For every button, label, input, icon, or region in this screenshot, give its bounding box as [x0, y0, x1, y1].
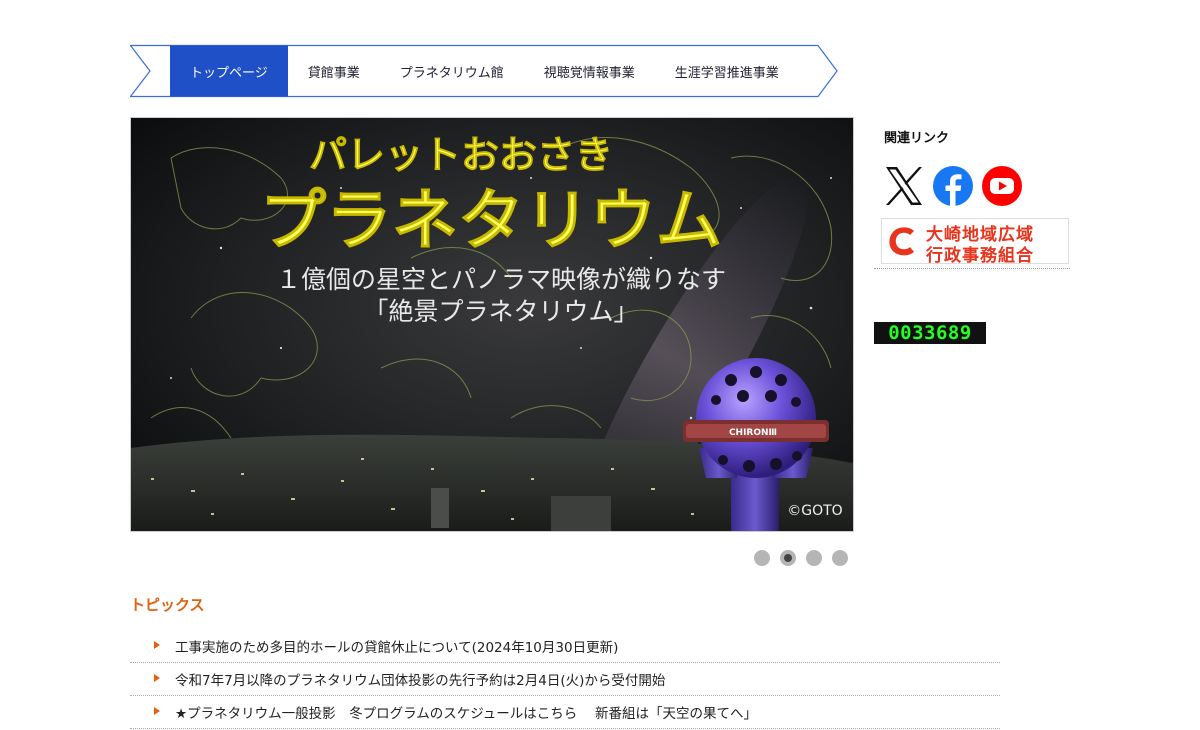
- topic-item[interactable]: 令和7年7月以降のプラネタリウム団体投影の先行予約は2月4日(火)から受付開始: [130, 663, 1000, 696]
- topics-title: トピックス: [130, 596, 205, 614]
- facebook-link[interactable]: [931, 164, 975, 208]
- osaki-union-banner[interactable]: 大崎地域広域 行政事務組合: [881, 218, 1069, 266]
- hero-subline-2: 「絶景プラネタリウム」: [363, 297, 638, 326]
- global-nav: トップページ 貸館事業 プラネタリウム館 視聴覚情報事業 生涯学習推進事業: [130, 44, 840, 98]
- hero-headline-big: プラネタリウム: [260, 182, 722, 259]
- slider-dot-1[interactable]: [754, 550, 770, 566]
- hero-headline-small: パレットおおさき: [309, 133, 613, 177]
- related-links-title: 関連リンク: [884, 131, 950, 146]
- photo-credit: ©GOTO: [787, 503, 842, 519]
- nav-item-lifelong-learning[interactable]: 生涯学習推進事業: [655, 46, 799, 96]
- topic-link[interactable]: ★プラネタリウム一般投影 冬プログラムのスケジュールはこちら 新番組は「天空の果…: [175, 702, 757, 722]
- slider-dot-3[interactable]: [806, 550, 822, 566]
- x-icon: [886, 167, 922, 205]
- slider-dot-2[interactable]: [780, 550, 796, 566]
- youtube-icon: [982, 166, 1022, 206]
- hero-slide-image: パレットおおさき プラネタリウム １億個の星空とパノラマ映像が織りなす 「絶景プ…: [131, 118, 853, 531]
- arrow-right-icon: [154, 707, 160, 715]
- sidebar-divider: [874, 268, 1070, 269]
- slider-dot-4[interactable]: [832, 550, 848, 566]
- arrow-right-icon: [154, 641, 160, 649]
- slider-dots: [754, 550, 848, 566]
- banner-line-2: 行政事務組合: [926, 246, 1034, 266]
- topic-link[interactable]: 工事実施のため多目的ホールの貸館休止について(2024年10月30日更新): [175, 636, 618, 656]
- nav-item-top[interactable]: トップページ: [170, 46, 288, 96]
- hero-slider[interactable]: パレットおおさき プラネタリウム １億個の星空とパノラマ映像が織りなす 「絶景プ…: [130, 117, 854, 532]
- union-logo-icon: [889, 227, 914, 256]
- nav-item-rental[interactable]: 貸館事業: [288, 46, 380, 96]
- hero-subline-1: １億個の星空とパノラマ映像が織りなす: [276, 265, 726, 294]
- x-link[interactable]: [882, 164, 926, 208]
- facebook-icon: [933, 166, 973, 206]
- topic-item[interactable]: 工事実施のため多目的ホールの貸館休止について(2024年10月30日更新): [130, 630, 1000, 663]
- youtube-link[interactable]: [980, 164, 1024, 208]
- projector-label: CHIRONⅢ: [729, 428, 777, 438]
- arrow-right-icon: [154, 674, 160, 682]
- access-counter: 0033689: [874, 322, 986, 344]
- topic-item[interactable]: ★プラネタリウム一般投影 冬プログラムのスケジュールはこちら 新番組は「天空の果…: [130, 696, 1000, 729]
- topic-link[interactable]: 令和7年7月以降のプラネタリウム団体投影の先行予約は2月4日(火)から受付開始: [175, 669, 665, 689]
- nav-item-planetarium[interactable]: プラネタリウム館: [380, 46, 524, 96]
- topics-list: 工事実施のため多目的ホールの貸館休止について(2024年10月30日更新) 令和…: [130, 630, 1000, 729]
- nav-item-audiovisual[interactable]: 視聴覚情報事業: [524, 46, 655, 96]
